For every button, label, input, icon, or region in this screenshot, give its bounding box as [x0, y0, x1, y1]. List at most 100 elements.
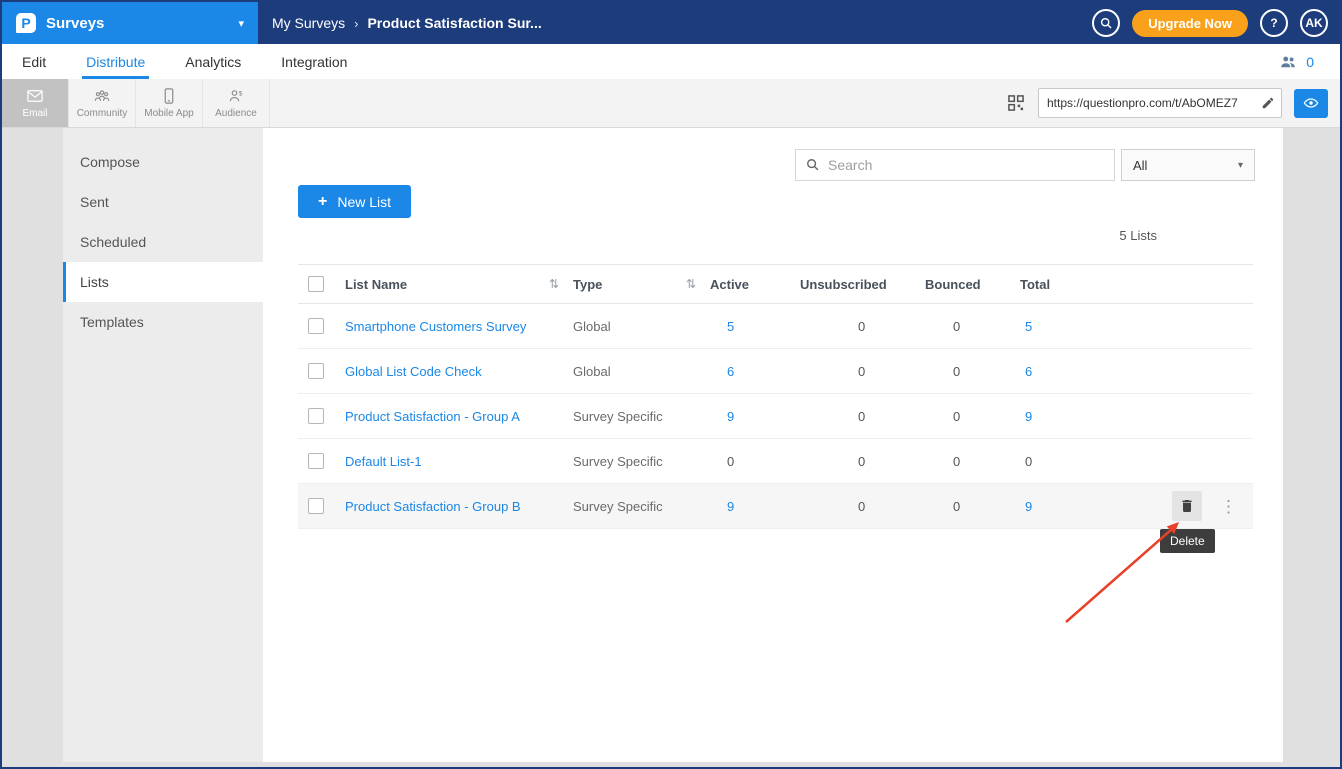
unsubscribed-count: 0: [800, 409, 925, 424]
sidebar-item-scheduled[interactable]: Scheduled: [63, 222, 263, 262]
list-name-link[interactable]: Product Satisfaction - Group A: [345, 409, 573, 424]
collaborators-count: 0: [1306, 54, 1314, 70]
tool-community[interactable]: Community: [69, 79, 136, 127]
search-icon: [1100, 17, 1113, 30]
tool-label: Audience: [215, 108, 257, 119]
search-input[interactable]: [828, 157, 1104, 173]
sidebar-item-templates[interactable]: Templates: [63, 302, 263, 342]
upgrade-now-button[interactable]: Upgrade Now: [1132, 10, 1248, 37]
column-header-type[interactable]: Type ⇅: [573, 277, 710, 292]
tool-mobile-app[interactable]: Mobile App: [136, 79, 203, 127]
table-row: Global List Code Check Global 6 0 0 6: [298, 349, 1253, 394]
top-bar: P Surveys ▾ My Surveys › Product Satisfa…: [2, 2, 1340, 44]
bounced-count: 0: [925, 454, 1020, 469]
row-checkbox[interactable]: [308, 408, 324, 424]
sidebar-item-lists[interactable]: Lists: [63, 262, 263, 302]
column-header-unsubscribed: Unsubscribed: [800, 277, 925, 292]
column-header-list-name[interactable]: List Name ⇅: [345, 277, 573, 292]
people-icon: [1278, 53, 1298, 71]
list-type: Survey Specific: [573, 499, 710, 514]
qr-code-icon: [1006, 93, 1026, 113]
chevron-down-icon: ▾: [1238, 160, 1243, 171]
table-row-hovered: Product Satisfaction - Group B Survey Sp…: [298, 484, 1253, 529]
edit-url-button[interactable]: [1261, 96, 1281, 110]
distribute-sidebar: Compose Sent Scheduled Lists Templates: [63, 128, 263, 762]
product-switcher[interactable]: P Surveys ▾: [2, 2, 258, 44]
new-list-button[interactable]: + New List: [298, 185, 411, 218]
row-checkbox[interactable]: [308, 453, 324, 469]
active-count[interactable]: 9: [710, 499, 800, 514]
total-count[interactable]: 9: [1020, 499, 1110, 514]
active-count[interactable]: 0: [710, 454, 800, 469]
unsubscribed-count: 0: [800, 499, 925, 514]
select-all-checkbox[interactable]: [308, 276, 324, 292]
total-count[interactable]: 0: [1020, 454, 1110, 469]
pencil-icon: [1261, 96, 1275, 110]
row-actions: ⋮: [1110, 491, 1253, 521]
tab-distribute[interactable]: Distribute: [86, 44, 145, 79]
tab-edit[interactable]: Edit: [22, 44, 46, 79]
tool-label: Mobile App: [144, 108, 193, 119]
tab-integration[interactable]: Integration: [281, 44, 347, 79]
search-icon: [806, 158, 820, 172]
content-area: Compose Sent Scheduled Lists Templates A…: [2, 128, 1340, 767]
total-count[interactable]: 6: [1020, 364, 1110, 379]
bounced-count: 0: [925, 364, 1020, 379]
qr-code-button[interactable]: [1006, 93, 1026, 113]
preview-button[interactable]: [1294, 89, 1328, 118]
unsubscribed-count: 0: [800, 454, 925, 469]
avatar[interactable]: AK: [1300, 9, 1328, 37]
total-count[interactable]: 5: [1020, 319, 1110, 334]
section-nav: Edit Distribute Analytics Integration 0: [2, 44, 1340, 79]
list-filter-dropdown[interactable]: All ▾: [1121, 149, 1255, 181]
breadcrumb-root[interactable]: My Surveys: [272, 15, 345, 31]
row-checkbox-cell: [298, 363, 345, 379]
toolbar-right: [1006, 79, 1340, 127]
delete-button[interactable]: [1172, 491, 1202, 521]
active-count[interactable]: 6: [710, 364, 800, 379]
svg-text:$: $: [239, 90, 243, 97]
breadcrumb: My Surveys › Product Satisfaction Sur...: [272, 15, 542, 31]
search-button[interactable]: [1092, 9, 1120, 37]
tab-analytics[interactable]: Analytics: [185, 44, 241, 79]
active-count[interactable]: 9: [710, 409, 800, 424]
help-button[interactable]: ?: [1260, 9, 1288, 37]
active-count[interactable]: 5: [710, 319, 800, 334]
plus-icon: +: [318, 193, 327, 211]
sidebar-item-sent[interactable]: Sent: [63, 182, 263, 222]
community-icon: [93, 87, 111, 105]
list-type: Survey Specific: [573, 454, 710, 469]
sort-icon[interactable]: ⇅: [686, 277, 696, 291]
row-checkbox-cell: [298, 453, 345, 469]
sidebar-item-compose[interactable]: Compose: [63, 142, 263, 182]
list-name-link[interactable]: Product Satisfaction - Group B: [345, 499, 573, 514]
total-count[interactable]: 9: [1020, 409, 1110, 424]
search-box: [795, 149, 1115, 181]
table-row: Default List-1 Survey Specific 0 0 0 0: [298, 439, 1253, 484]
breadcrumb-separator-icon: ›: [354, 16, 358, 31]
list-name-link[interactable]: Default List-1: [345, 454, 573, 469]
tool-label: Email: [22, 108, 47, 119]
row-checkbox[interactable]: [308, 363, 324, 379]
email-icon: [26, 87, 44, 105]
table-header: List Name ⇅ Type ⇅ Active Unsubscribed B…: [298, 264, 1253, 304]
kebab-menu-icon[interactable]: ⋮: [1220, 498, 1237, 515]
column-header-bounced: Bounced: [925, 277, 1020, 292]
tool-audience[interactable]: $ Audience: [203, 79, 270, 127]
row-checkbox[interactable]: [308, 318, 324, 334]
list-type: Survey Specific: [573, 409, 710, 424]
sort-icon[interactable]: ⇅: [549, 277, 559, 291]
distribute-toolbar: Email Community Mobile App $ Audience: [2, 79, 1340, 128]
list-name-link[interactable]: Global List Code Check: [345, 364, 573, 379]
panel-search-row: All ▾: [795, 149, 1255, 181]
bounced-count: 0: [925, 409, 1020, 424]
tool-label: Community: [77, 108, 128, 119]
list-type: Global: [573, 364, 710, 379]
collaborators[interactable]: 0: [1278, 53, 1340, 71]
tool-email[interactable]: Email: [2, 79, 69, 127]
list-name-link[interactable]: Smartphone Customers Survey: [345, 319, 573, 334]
survey-url-input[interactable]: [1039, 96, 1261, 110]
delete-tooltip: Delete: [1160, 529, 1215, 553]
row-checkbox[interactable]: [308, 498, 324, 514]
column-label: Type: [573, 277, 602, 292]
